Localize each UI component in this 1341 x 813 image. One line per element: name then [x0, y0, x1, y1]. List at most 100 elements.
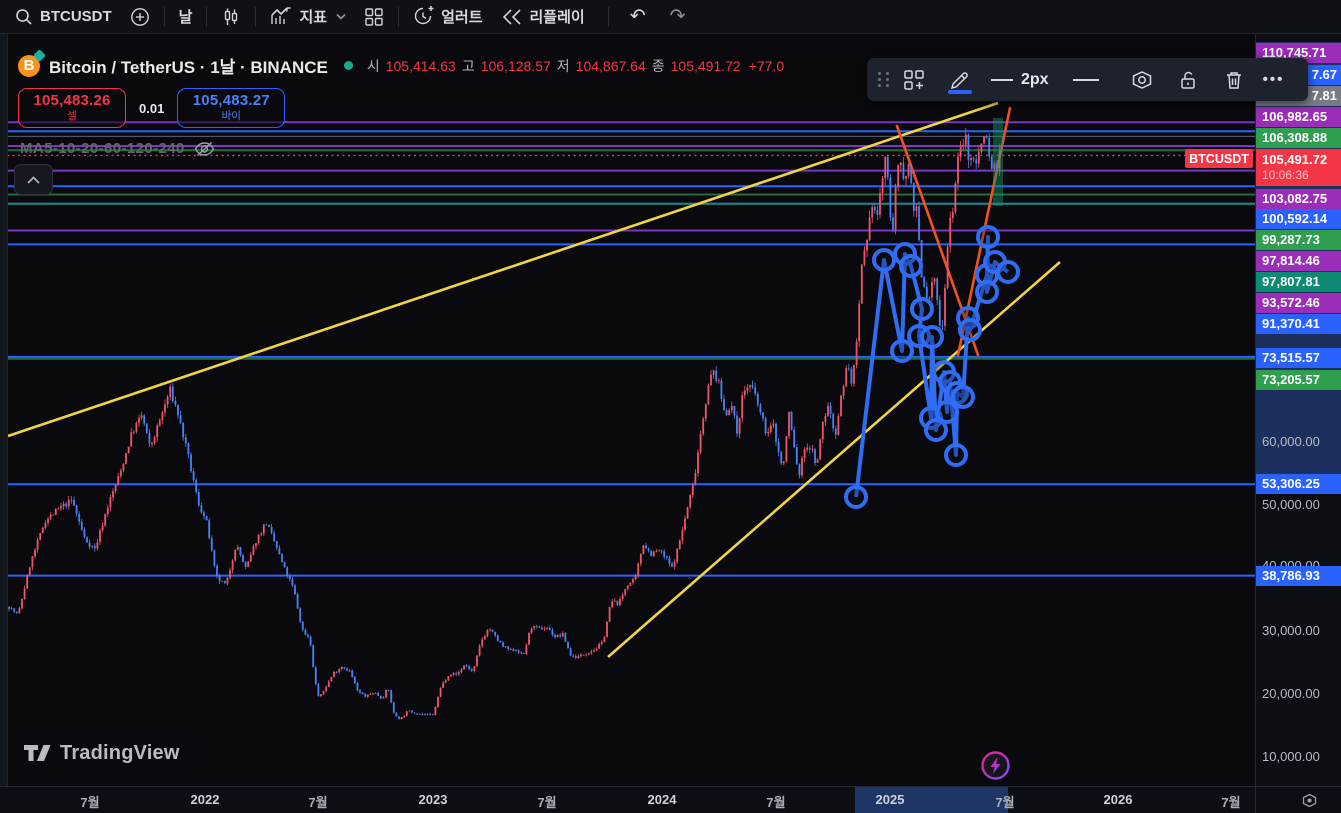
- line-style-button[interactable]: [1072, 78, 1099, 81]
- sell-label: 셀: [67, 109, 77, 122]
- time-axis-label: 2025: [875, 792, 905, 807]
- price-axis-label: 100,592.14: [1256, 209, 1341, 229]
- open-value: 105,414.63: [385, 57, 456, 74]
- sell-price: 105,483.26: [33, 92, 111, 110]
- drawing-template-button[interactable]: [897, 63, 931, 97]
- price-axis-label: 99,287.73: [1256, 230, 1341, 250]
- indicators-icon: [270, 6, 292, 27]
- price-axis-label: 106,982.65: [1256, 107, 1341, 127]
- toolbar-separator: [255, 6, 257, 27]
- zigzag-anchor-handle[interactable]: [899, 254, 923, 278]
- open-label: 시: [366, 57, 380, 74]
- zigzag-anchor-handle[interactable]: [944, 443, 968, 467]
- chevron-down-icon: [336, 13, 346, 20]
- trade-panel: 105,483.26 셀 0.01 105,483.27 바이: [18, 88, 286, 128]
- last-price-label: 105,491.72 10:06:36: [1256, 149, 1341, 186]
- toolbar-separator: [206, 6, 208, 27]
- buy-price: 105,483.27: [192, 92, 270, 110]
- interval-label: 날: [178, 9, 193, 26]
- spark-lightning-button[interactable]: [980, 750, 1011, 781]
- indicators-button[interactable]: 지표: [261, 0, 355, 33]
- price-axis-tick: 60,000.00: [1262, 434, 1320, 449]
- line-width-icon: [991, 78, 1013, 81]
- replay-button[interactable]: 리플레이: [492, 0, 594, 33]
- color-swatch: [948, 89, 972, 94]
- sell-button[interactable]: 105,483.26 셀: [18, 88, 126, 128]
- toolbar-separator: [163, 6, 165, 27]
- eye-hidden-icon[interactable]: [194, 141, 215, 157]
- symbol-title[interactable]: Bitcoin / TetherUS · 1날 · BINANCE: [49, 53, 328, 78]
- price-axis-tick: 20,000.00: [1262, 686, 1320, 701]
- compare-add-button[interactable]: [121, 0, 159, 33]
- price-axis-label: 38,786.93: [1256, 566, 1341, 586]
- price-line-symbol-tag: BTCUSDT: [1185, 149, 1253, 168]
- time-axis[interactable]: 7월 2022 7월 2023 7월 2024 7월 2025 7월 2026 7월: [0, 786, 1255, 813]
- lock-open-icon: [1177, 69, 1199, 91]
- line-width-button[interactable]: 2px: [991, 71, 1049, 89]
- symbol-header[interactable]: B Bitcoin / TetherUS · 1날 · BINANCE 시 105…: [18, 48, 784, 78]
- template-grid-plus-icon: [903, 69, 925, 91]
- chart-style-button[interactable]: [212, 0, 250, 33]
- hexagon-settings-icon: [1130, 68, 1154, 92]
- chevron-up-icon: [27, 175, 40, 184]
- lock-drawing-button[interactable]: [1171, 63, 1205, 97]
- zigzag-anchor-handle[interactable]: [951, 385, 975, 409]
- price-axis-label: 73,205.57: [1256, 370, 1341, 390]
- zigzag-anchor-handle[interactable]: [910, 297, 934, 321]
- price-axis-label: 103,082.75: [1256, 189, 1341, 209]
- zigzag-anchor-handle[interactable]: [935, 400, 959, 424]
- buy-button[interactable]: 105,483.27 바이: [177, 88, 286, 128]
- time-axis-label: 2022: [190, 792, 220, 807]
- alert-clock-icon: [413, 6, 434, 27]
- collapse-pane-button[interactable]: [14, 164, 53, 195]
- price-axis-label: 97,814.46: [1256, 251, 1341, 271]
- zigzag-anchor-handle[interactable]: [976, 225, 1000, 249]
- time-axis-label: 2024: [647, 792, 677, 807]
- price-level-lines[interactable]: [7, 121, 1255, 577]
- close-value: 105,491.72: [670, 57, 741, 74]
- watermark-text: TradingView: [60, 741, 180, 764]
- zigzag-anchor-handle[interactable]: [844, 485, 868, 509]
- low-label: 저: [556, 57, 570, 74]
- time-axis-label: 7월: [80, 795, 100, 810]
- layout-grid-button[interactable]: [355, 0, 393, 33]
- redo-icon: ↷: [669, 6, 686, 27]
- delete-drawing-button[interactable]: [1217, 63, 1251, 97]
- drawing-settings-button[interactable]: [1125, 63, 1159, 97]
- close-label: 종: [651, 57, 665, 74]
- alert-button[interactable]: 얼러트: [404, 0, 491, 33]
- left-pane-strip: [0, 33, 8, 786]
- price-axis-label: 53,306.25: [1256, 474, 1341, 494]
- zigzag-anchor-handle[interactable]: [975, 280, 999, 304]
- indicators-label: 지표: [299, 9, 328, 26]
- market-status-icon: [343, 61, 353, 70]
- candlestick-icon: [221, 7, 241, 27]
- drawing-color-button[interactable]: [943, 63, 977, 97]
- axis-settings-hexagon-icon[interactable]: [1301, 792, 1318, 809]
- zigzag-anchor-handle[interactable]: [996, 260, 1020, 284]
- redo-button[interactable]: ↷: [658, 0, 698, 33]
- time-axis-label: 7월: [308, 795, 328, 810]
- replay-label: 리플레이: [529, 9, 585, 26]
- ma-indicator-row[interactable]: MA5-10-20-60-120-240: [20, 140, 215, 157]
- zigzag-anchor-handle[interactable]: [958, 318, 982, 342]
- toolbar-drag-handle-icon[interactable]: [875, 67, 891, 93]
- undo-button[interactable]: ↶: [618, 0, 658, 33]
- buy-label: 바이: [221, 109, 241, 122]
- current-bar-highlight: [993, 118, 1003, 206]
- price-axis[interactable]: 60,000.0050,000.0040,000.0030,000.0020,0…: [1255, 33, 1341, 786]
- price-axis-tick: 50,000.00: [1262, 497, 1320, 512]
- blue-zigzag-drawing[interactable]: [844, 225, 1020, 509]
- spread-value: 0.01: [139, 100, 165, 116]
- more-options-button[interactable]: •••: [1263, 71, 1285, 88]
- zigzag-anchor-handle[interactable]: [920, 325, 944, 349]
- zigzag-anchor-handle[interactable]: [872, 248, 896, 272]
- undo-icon: ↶: [629, 6, 646, 27]
- zigzag-anchor-handle[interactable]: [890, 339, 914, 363]
- time-axis-label: 7월: [537, 795, 557, 810]
- symbol-search-button[interactable]: BTCUSDT: [6, 0, 121, 33]
- price-axis-label: 91,370.41: [1256, 314, 1341, 334]
- low-value: 104,867.64: [575, 57, 646, 74]
- interval-button[interactable]: 날: [170, 0, 202, 33]
- alert-label: 얼러트: [441, 9, 483, 26]
